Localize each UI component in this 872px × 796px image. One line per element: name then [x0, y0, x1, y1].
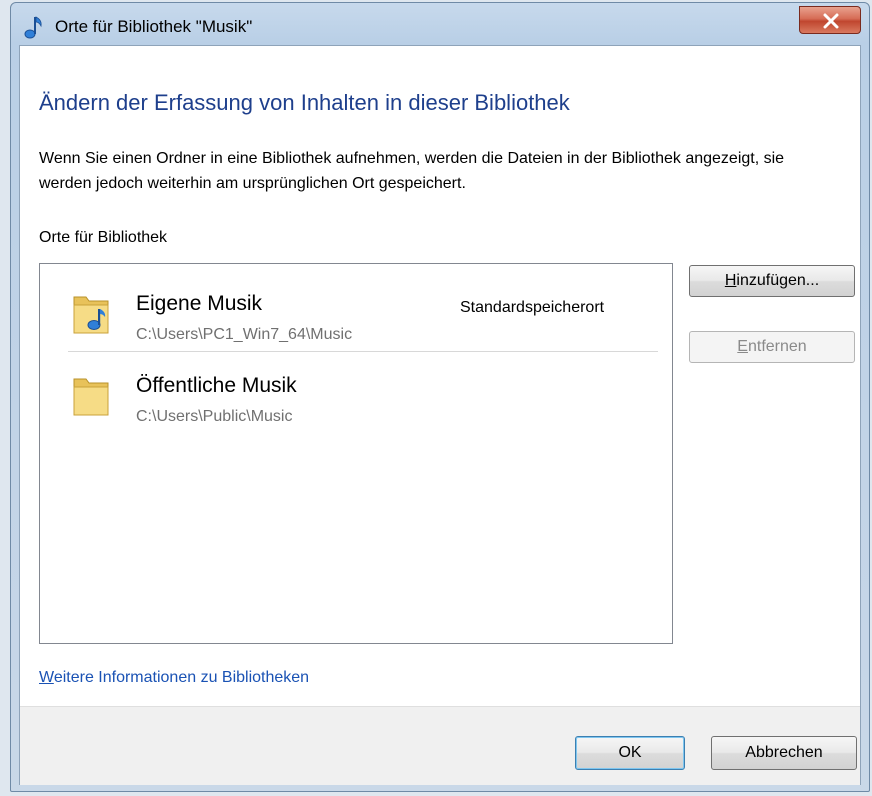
window-title: Orte für Bibliothek "Musik"	[55, 17, 253, 36]
close-icon	[823, 13, 839, 29]
dialog-description: Wenn Sie einen Ordner in eine Bibliothek…	[39, 150, 785, 192]
more-info-link-accel: W	[39, 669, 54, 686]
more-info-link[interactable]: Weitere Informationen zu Bibliotheken	[39, 669, 309, 687]
add-button-label: inzufügen...	[736, 272, 820, 289]
locations-list[interactable]: Eigene Musik C:\Users\PC1_Win7_64\Music …	[39, 263, 673, 644]
cancel-button[interactable]: Abbrechen	[711, 736, 857, 770]
list-separator	[68, 351, 658, 352]
list-item-oeffentliche-musik[interactable]: Öffentliche Musik C:\Users\Public\Music	[40, 354, 672, 434]
dialog-content: Ändern der Erfassung von Inhalten in die…	[19, 45, 861, 785]
location-name: Öffentliche Musik	[136, 374, 297, 397]
list-item-eigene-musik[interactable]: Eigene Musik C:\Users\PC1_Win7_64\Music …	[40, 272, 672, 352]
remove-button-label: ntfernen	[747, 338, 807, 355]
dialog-heading: Ändern der Erfassung von Inhalten in die…	[39, 90, 570, 115]
default-location-tag: Standardspeicherort	[460, 299, 605, 316]
add-button-accel: H	[724, 272, 737, 289]
folder-icon	[72, 371, 110, 419]
remove-button-accel: E	[737, 338, 748, 355]
location-path: C:\Users\PC1_Win7_64\Music	[136, 326, 353, 343]
dialog-window: Orte für Bibliothek "Musik" Ändern der E…	[10, 2, 870, 792]
location-path: C:\Users\Public\Music	[136, 408, 293, 425]
music-folder-icon	[72, 289, 110, 337]
ok-button[interactable]: OK	[575, 736, 685, 770]
remove-button[interactable]: Entfernen	[689, 331, 855, 363]
more-info-link-label: eitere Informationen zu Bibliotheken	[53, 669, 310, 686]
location-name: Eigene Musik	[136, 292, 263, 315]
locations-label: Orte für Bibliothek	[39, 229, 168, 246]
title-bar[interactable]: Orte für Bibliothek "Musik"	[11, 3, 869, 47]
music-note-icon	[24, 15, 44, 39]
close-button[interactable]	[799, 6, 861, 34]
add-button[interactable]: Hinzufügen...	[689, 265, 855, 297]
button-bar: OK Abbrechen	[20, 706, 860, 785]
